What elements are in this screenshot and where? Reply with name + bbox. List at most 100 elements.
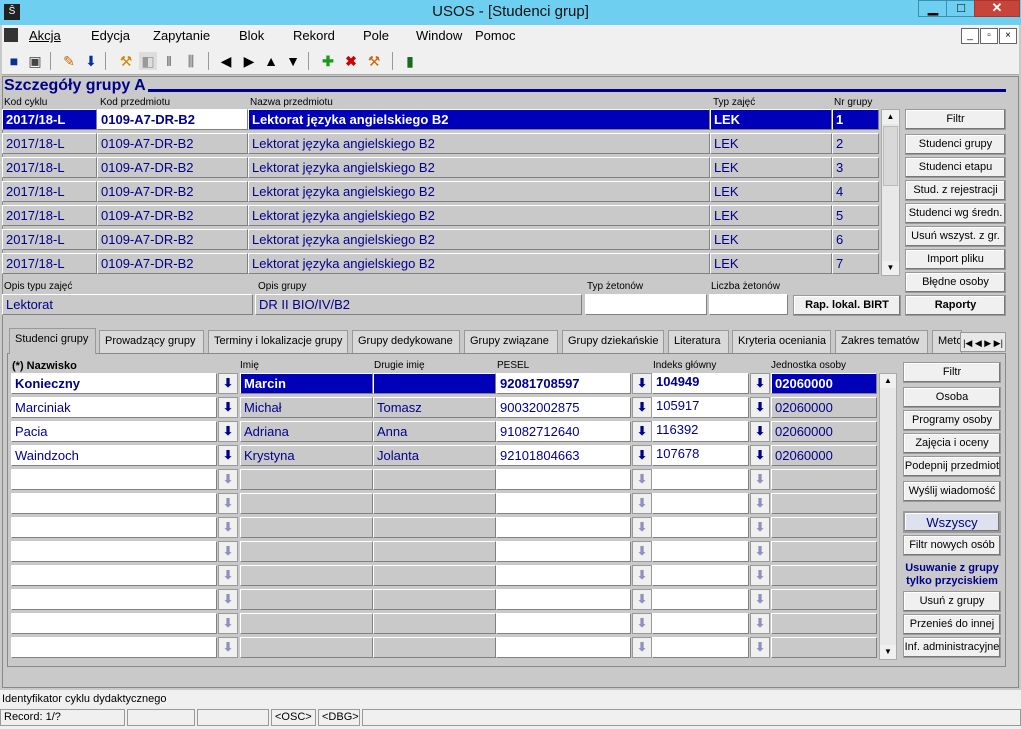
nazwa-przedmiotu-cell[interactable]: Lektorat języka angielskiego B2 — [248, 109, 710, 130]
jednostka-cell[interactable] — [771, 517, 877, 538]
lov-download-icon[interactable]: ⬇ — [218, 637, 238, 658]
kod-przedmiotu-cell[interactable]: 0109-A7-DR-B2 — [97, 133, 248, 154]
kod-cyklu-cell[interactable]: 2017/18-L — [2, 109, 97, 130]
nazwa-przedmiotu-cell[interactable]: Lektorat języka angielskiego B2 — [248, 229, 710, 250]
inf-administracyjne-button[interactable]: Inf. administracyjne — [903, 637, 1001, 658]
indeks-cell[interactable]: 104949 — [652, 373, 749, 394]
tab-scroll-controls[interactable]: |◀ ◀ ▶ ▶| — [960, 332, 1006, 352]
imie-cell[interactable] — [240, 565, 373, 586]
imie-cell[interactable]: Adriana — [240, 421, 373, 442]
lov-download-icon[interactable]: ⬇ — [218, 613, 238, 634]
typ-zajec-cell[interactable]: LEK — [710, 181, 832, 202]
indeks-cell[interactable] — [652, 469, 749, 490]
nazwisko-cell[interactable]: Konieczny — [11, 373, 217, 394]
lov-download-icon[interactable]: ⬇ — [218, 493, 238, 514]
nr-grupy-cell[interactable]: 1 — [832, 109, 879, 130]
lov-download-icon[interactable]: ⬇ — [750, 565, 770, 586]
lov-download-icon[interactable]: ⬇ — [218, 517, 238, 538]
drugie-imie-cell[interactable] — [373, 565, 496, 586]
delete-record-icon[interactable]: ✖ — [342, 52, 360, 70]
scroll-thumb[interactable] — [883, 126, 898, 186]
filtr-button[interactable]: Filtr — [905, 109, 1006, 130]
kod-cyklu-cell[interactable]: 2017/18-L — [2, 181, 97, 202]
lov-download-icon[interactable]: ⬇ — [750, 445, 770, 466]
jednostka-cell[interactable]: 02060000 — [771, 373, 877, 394]
pesel-cell[interactable]: 92081708597 — [496, 373, 631, 394]
opis-grupy-field[interactable]: DR II BIO/IV/B2 — [255, 294, 582, 315]
pesel-cell[interactable]: 91082712640 — [496, 421, 631, 442]
lov-download-icon[interactable]: ⬇ — [218, 445, 238, 466]
tab-grupy-zwiazane[interactable]: Grupy związane — [464, 330, 558, 353]
pesel-cell[interactable] — [496, 637, 631, 658]
lov-download-icon[interactable]: ⬇ — [632, 565, 652, 586]
kod-przedmiotu-cell[interactable]: 0109-A7-DR-B2 — [97, 157, 248, 178]
menu-pomoc[interactable]: Pomoc — [475, 28, 515, 43]
count-all-icon[interactable]: ⫼ — [182, 52, 200, 70]
liczba-zetonow-field[interactable] — [709, 294, 788, 315]
przenies-do-innej-button[interactable]: Przenieś do innej — [903, 614, 1001, 635]
pesel-cell[interactable] — [496, 565, 631, 586]
lov-download-icon[interactable]: ⬇ — [632, 445, 652, 466]
nr-grupy-cell[interactable]: 7 — [832, 253, 879, 274]
filtr-nowych-osob-button[interactable]: Filtr nowych osób — [903, 535, 1001, 556]
indeks-cell[interactable]: 107678 — [652, 445, 749, 466]
lov-download-icon[interactable]: ⬇ — [750, 541, 770, 562]
nazwisko-cell[interactable] — [11, 565, 217, 586]
exit-door-icon[interactable]: ▮ — [401, 52, 419, 70]
nazwa-przedmiotu-cell[interactable]: Lektorat języka angielskiego B2 — [248, 205, 710, 226]
zajecia-i-oceny-button[interactable]: Zajęcia i oceny — [903, 433, 1001, 454]
lov-download-icon[interactable]: ⬇ — [218, 373, 238, 394]
pesel-cell[interactable] — [496, 469, 631, 490]
drugie-imie-cell[interactable] — [373, 613, 496, 634]
filtr-osob-button[interactable]: Filtr — [903, 362, 1001, 383]
imie-cell[interactable] — [240, 541, 373, 562]
jednostka-cell[interactable]: 02060000 — [771, 397, 877, 418]
menu-rekord[interactable]: Rekord — [293, 28, 335, 43]
imie-cell[interactable] — [240, 469, 373, 490]
imie-cell[interactable] — [240, 637, 373, 658]
usun-z-grupy-button[interactable]: Usuń z grupy — [903, 591, 1001, 612]
lov-download-icon[interactable]: ⬇ — [750, 373, 770, 394]
clear-record-icon[interactable]: ⚒ — [365, 52, 383, 70]
lov-download-icon[interactable]: ⬇ — [750, 469, 770, 490]
usun-wszyst-button[interactable]: Usuń wszyst. z gr. — [905, 226, 1006, 247]
kod-przedmiotu-cell[interactable]: 0109-A7-DR-B2 — [97, 109, 248, 130]
nazwisko-cell[interactable]: Pacia — [11, 421, 217, 442]
typ-zajec-cell[interactable]: LEK — [710, 157, 832, 178]
typ-zajec-cell[interactable]: LEK — [710, 229, 832, 250]
prev-block-icon[interactable]: ◀ — [217, 52, 235, 70]
students-scrollbar[interactable]: ▲ ▼ — [879, 373, 897, 660]
tab-grupy-dziekanskie[interactable]: Grupy dziekańskie — [562, 330, 664, 353]
jednostka-cell[interactable] — [771, 565, 877, 586]
stud-z-rejestracji-button[interactable]: Stud. z rejestracji — [905, 180, 1006, 201]
studenci-wg-sredn-button[interactable]: Studenci wg średn. — [905, 203, 1006, 224]
lov-download-icon[interactable]: ⬇ — [218, 421, 238, 442]
menu-zapytanie[interactable]: Zapytanie — [153, 28, 210, 43]
mdi-minimize-button[interactable]: _ — [961, 28, 979, 44]
nazwisko-cell[interactable] — [11, 589, 217, 610]
typ-zajec-cell[interactable]: LEK — [710, 109, 832, 130]
jednostka-cell[interactable] — [771, 541, 877, 562]
lov-download-icon[interactable]: ⬇ — [750, 613, 770, 634]
menu-pole[interactable]: Pole — [363, 28, 389, 43]
nazwisko-cell[interactable]: Waindzoch — [11, 445, 217, 466]
nr-grupy-cell[interactable]: 4 — [832, 181, 879, 202]
tab-grupy-dedykowane[interactable]: Grupy dedykowane — [352, 330, 460, 353]
lov-download-icon[interactable]: ⬇ — [750, 493, 770, 514]
tab-prowadzacy-grupy[interactable]: Prowadzący grupy — [99, 330, 204, 353]
nazwa-przedmiotu-cell[interactable]: Lektorat języka angielskiego B2 — [248, 157, 710, 178]
close-button[interactable]: ✕ — [974, 0, 1020, 17]
bledne-osoby-button[interactable]: Błędne osoby — [905, 272, 1006, 293]
drugie-imie-cell[interactable] — [373, 589, 496, 610]
tab-terminy[interactable]: Terminy i lokalizacje grupy — [208, 330, 348, 353]
drugie-imie-cell[interactable] — [373, 493, 496, 514]
import-pliku-button[interactable]: Import pliku — [905, 249, 1006, 270]
imie-cell[interactable] — [240, 613, 373, 634]
drugie-imie-cell[interactable] — [373, 373, 496, 394]
jednostka-cell[interactable] — [771, 589, 877, 610]
podepnij-przedmiot-button[interactable]: Podepnij przedmiot — [903, 456, 1001, 477]
kod-cyklu-cell[interactable]: 2017/18-L — [2, 205, 97, 226]
next-block-icon[interactable]: ▶ — [240, 52, 258, 70]
pesel-cell[interactable] — [496, 613, 631, 634]
next-record-icon[interactable]: ▼ — [284, 52, 302, 70]
